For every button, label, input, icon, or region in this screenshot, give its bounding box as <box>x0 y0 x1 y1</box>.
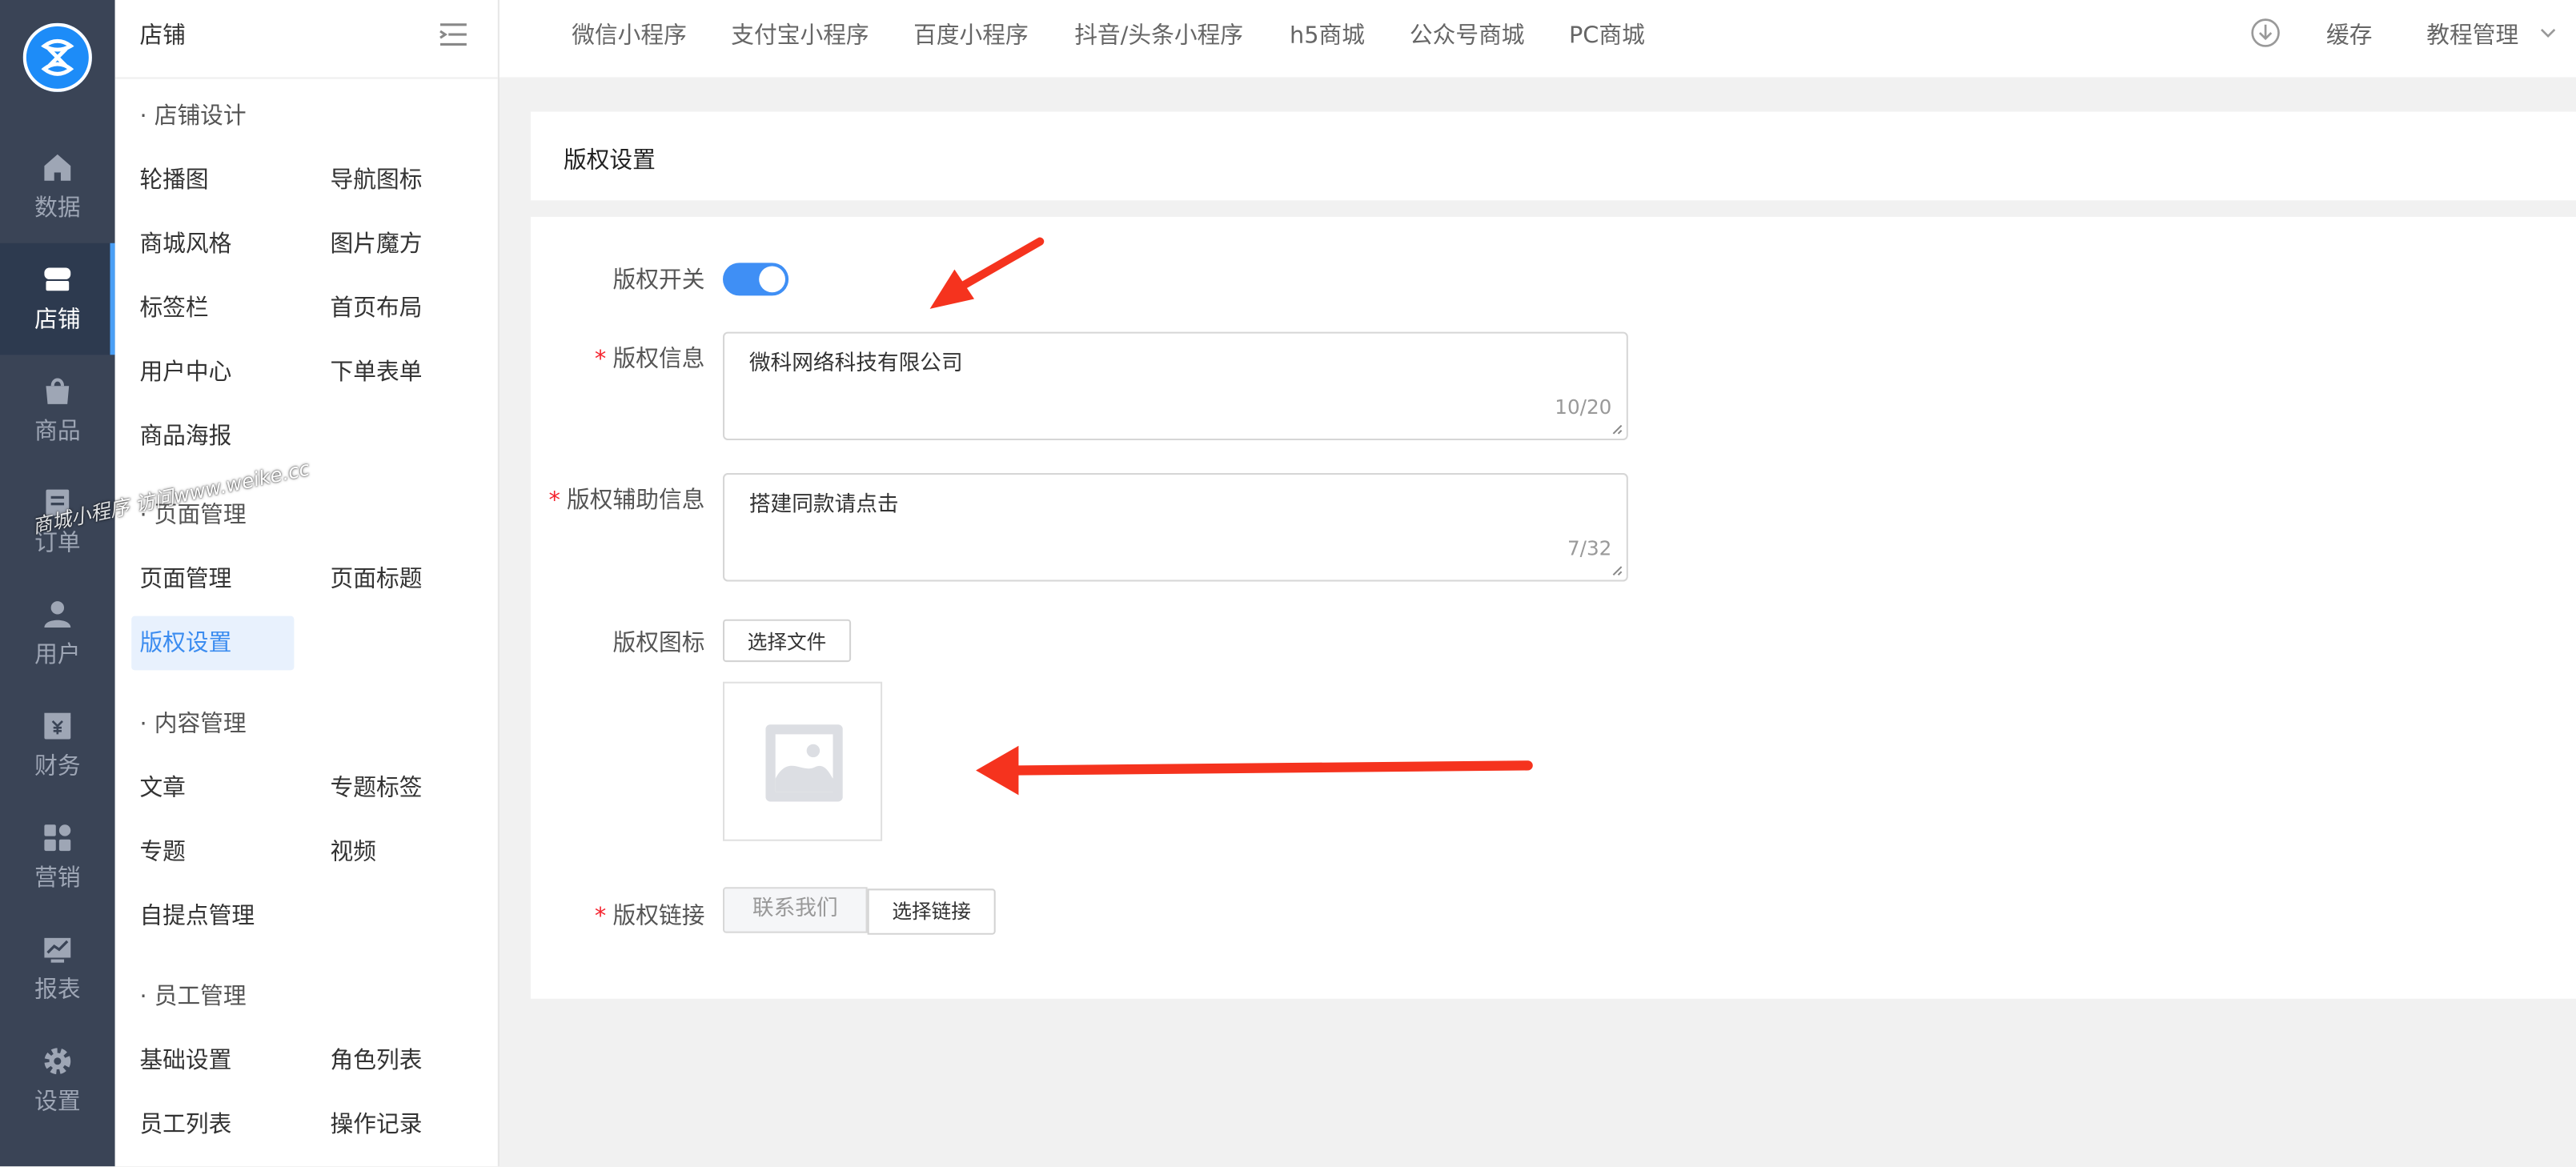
tab-h5[interactable]: h5商城 <box>1290 18 1365 51</box>
choose-file-button[interactable]: 选择文件 <box>723 619 852 663</box>
required-mark: * <box>548 487 560 515</box>
gear-icon <box>44 1048 71 1075</box>
aux-label: * 版权辅助信息 <box>508 483 704 515</box>
grid-icon <box>44 824 71 852</box>
section-staff-manage: · 员工管理 <box>139 984 247 1011</box>
chevron-down-icon[interactable] <box>2540 28 2557 39</box>
collapse-menu-icon[interactable] <box>439 20 468 50</box>
copyright-link-input[interactable]: 联系我们 <box>723 887 868 933</box>
rail-label: 设置 <box>34 1089 81 1116</box>
rail-label: 店铺 <box>34 307 81 334</box>
rail-item-settings[interactable]: 设置 <box>0 1025 115 1137</box>
sidebar-item-page-manage[interactable]: 页面管理 <box>139 562 231 595</box>
sidebar-item-tabbar[interactable]: 标签栏 <box>139 291 208 323</box>
sidebar-item-order-form[interactable]: 下单表单 <box>331 355 423 387</box>
image-placeholder-icon <box>765 724 843 802</box>
sidebar-item-image-cube[interactable]: 图片魔方 <box>331 227 423 259</box>
resize-handle-icon[interactable] <box>1611 423 1623 435</box>
sidebar-item-articles[interactable]: 文章 <box>139 771 185 804</box>
page-header: 版权设置 <box>530 111 2576 201</box>
download-icon[interactable] <box>2251 18 2281 48</box>
cache-button[interactable]: 缓存 <box>2326 18 2372 51</box>
info-label-text: 版权信息 <box>612 347 705 373</box>
copyright-aux-field[interactable]: 搭建同款请点击 7/32 <box>723 473 1628 582</box>
user-menu[interactable]: 教程管理 <box>2426 18 2518 51</box>
sidebar-item-pickup[interactable]: 自提点管理 <box>139 899 255 932</box>
copyright-switch[interactable] <box>723 263 789 296</box>
rail-item-marketing[interactable]: 营销 <box>0 802 115 914</box>
tab-alipay-mini[interactable]: 支付宝小程序 <box>731 18 869 51</box>
home-icon <box>44 154 71 181</box>
copyright-aux-value: 搭建同款请点击 <box>748 492 899 518</box>
rail-label: 数据 <box>34 195 81 223</box>
sidebar-item-carousel[interactable]: 轮播图 <box>139 162 208 195</box>
yen-icon <box>44 712 71 740</box>
store-icon <box>44 267 71 291</box>
sidebar-title: 店铺 <box>139 22 186 50</box>
rail-item-goods[interactable]: 商品 <box>0 355 115 467</box>
sidebar-item-page-title[interactable]: 页面标题 <box>331 562 423 595</box>
rail-item-data[interactable]: 数据 <box>0 131 115 243</box>
app-root: 数据 店铺 商品 订单 用户 财务 营销 报表 设置 店铺 · 店铺设计 轮播图… <box>0 0 2576 1167</box>
rail-item-store[interactable]: 店铺 <box>0 243 115 355</box>
tab-official-account[interactable]: 公众号商城 <box>1410 18 1525 51</box>
copyright-info-field[interactable]: 微科网络科技有限公司 10/20 <box>723 331 1628 441</box>
aux-label-text: 版权辅助信息 <box>567 487 705 515</box>
icon-rail: 数据 店铺 商品 订单 用户 财务 营销 报表 设置 <box>0 0 115 1167</box>
sidebar-header: 店铺 <box>114 0 498 79</box>
switch-knob <box>759 266 785 293</box>
chart-icon <box>44 937 71 963</box>
rail-item-users[interactable]: 用户 <box>0 578 115 690</box>
copyright-form: 版权开关 * 版权信息 微科网络科技有限公司 10/20 * 版权辅助信息 搭建同款… <box>530 216 2576 999</box>
logo-icon <box>41 38 74 76</box>
sidebar-item-copyright[interactable]: 版权设置 <box>131 616 295 671</box>
rail-label: 营销 <box>34 865 81 892</box>
char-counter: 10/20 <box>1555 395 1612 419</box>
user-icon <box>44 601 71 628</box>
section-content-manage: · 内容管理 <box>139 711 247 738</box>
sidebar-item-roles[interactable]: 角色列表 <box>331 1043 423 1076</box>
app-logo[interactable] <box>22 22 92 92</box>
tab-wechat-mini[interactable]: 微信小程序 <box>572 18 687 51</box>
rail-item-reports[interactable]: 报表 <box>0 913 115 1025</box>
icon-label: 版权图标 <box>612 631 705 657</box>
rail-label: 财务 <box>34 754 81 780</box>
sidebar-item-style[interactable]: 商城风格 <box>139 227 231 259</box>
sidebar-item-nav-icons[interactable]: 导航图标 <box>331 162 423 195</box>
sidebar-item-user-center[interactable]: 用户中心 <box>139 355 231 387</box>
resize-handle-icon[interactable] <box>1611 565 1623 576</box>
sidebar-item-topic-tags[interactable]: 专题标签 <box>331 771 423 804</box>
sidebar-item-staff-list[interactable]: 员工列表 <box>139 1107 231 1140</box>
tab-douyin-mini[interactable]: 抖音/头条小程序 <box>1074 18 1243 51</box>
info-label: * 版权信息 <box>508 342 705 375</box>
page-title: 版权设置 <box>563 147 656 174</box>
sidebar-item-poster[interactable]: 商品海报 <box>139 419 231 451</box>
sidebar-item-topics[interactable]: 专题 <box>139 835 185 868</box>
sidebar-item-home-layout[interactable]: 首页布局 <box>331 291 423 323</box>
rail-label: 报表 <box>34 977 81 1004</box>
copyright-info-value: 微科网络科技有限公司 <box>748 351 963 376</box>
rail-item-finance[interactable]: 财务 <box>0 690 115 802</box>
tab-baidu-mini[interactable]: 百度小程序 <box>913 18 1029 51</box>
section-store-design: · 店铺设计 <box>139 103 247 130</box>
sidebar-item-basic-settings[interactable]: 基础设置 <box>139 1043 231 1076</box>
bag-icon <box>46 378 70 404</box>
link-label-text: 版权链接 <box>612 903 705 930</box>
icon-preview[interactable] <box>723 681 883 841</box>
sidebar-item-videos[interactable]: 视频 <box>331 835 376 868</box>
link-label: * 版权链接 <box>508 899 705 932</box>
rail-label: 商品 <box>34 419 81 446</box>
top-nav: 微信小程序 支付宝小程序 百度小程序 抖音/头条小程序 h5商城 公众号商城 P… <box>499 0 2576 78</box>
rail-label: 用户 <box>34 642 81 669</box>
sidebar-item-op-log[interactable]: 操作记录 <box>331 1107 423 1140</box>
required-mark: * <box>594 347 607 373</box>
choose-link-button[interactable]: 选择链接 <box>867 888 996 935</box>
required-mark: * <box>594 903 607 930</box>
char-counter: 7/32 <box>1567 537 1612 560</box>
tab-pc[interactable]: PC商城 <box>1569 18 1645 51</box>
store-sidebar: 店铺 · 店铺设计 轮播图 导航图标 商城风格 图片魔方 标签栏 首页布局 用户… <box>114 0 500 1167</box>
switch-label: 版权开关 <box>612 267 705 295</box>
